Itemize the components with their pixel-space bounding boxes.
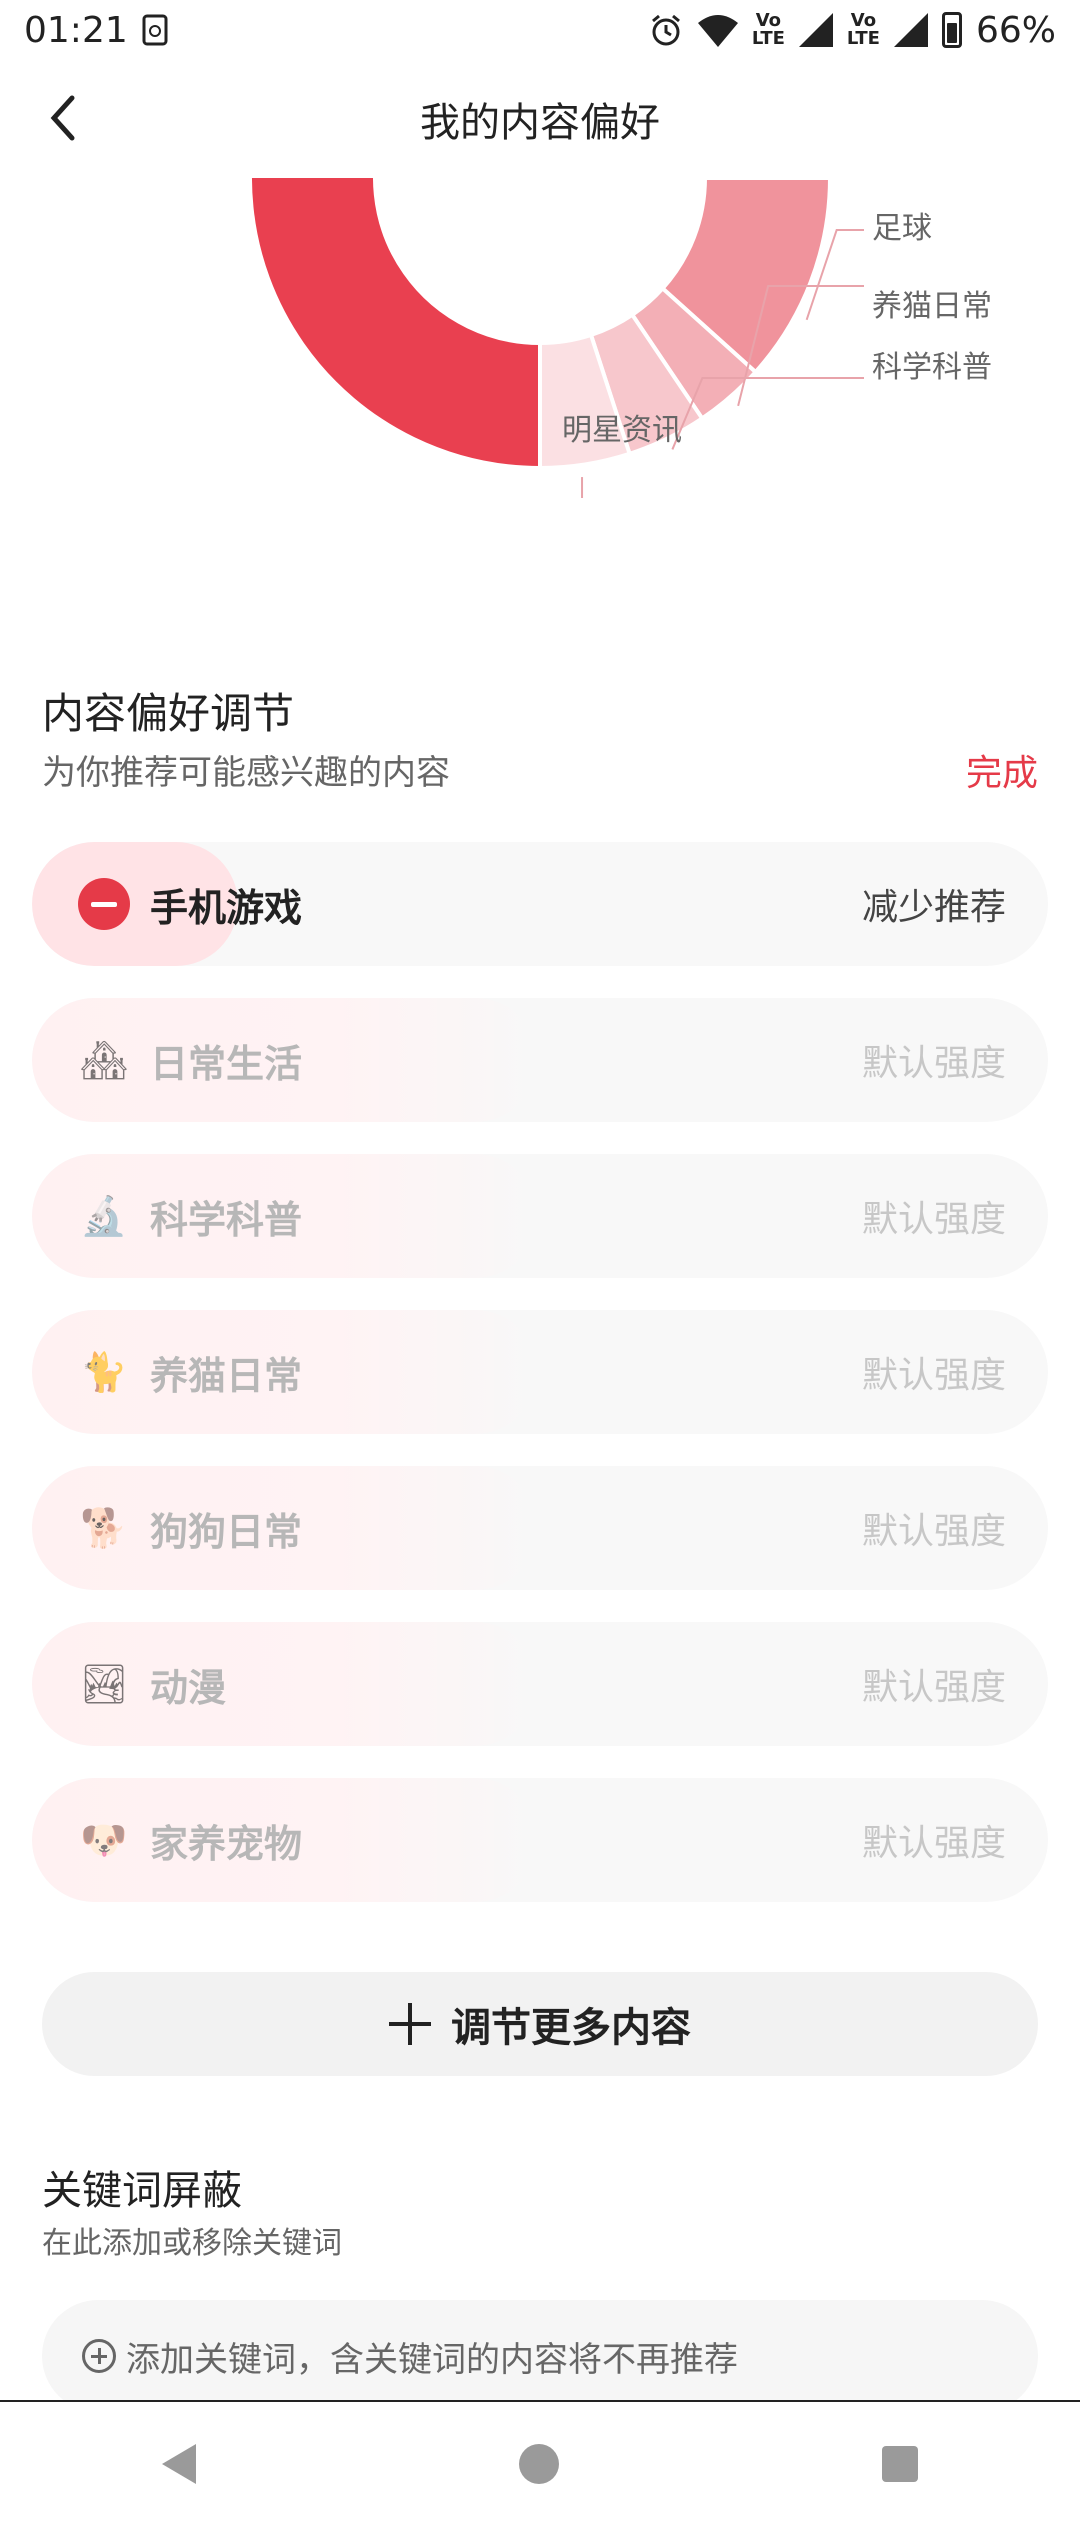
nav-home-icon[interactable]: [518, 2443, 559, 2484]
preference-row-left: 🐕 狗狗日常: [78, 1501, 302, 1556]
preference-list: 手机游戏 减少推荐 🏘 日常生活 默认强度 🔬 科学科普 默认强度 🐈 养猫日常 默认强度 🐕 狗狗日常…: [32, 842, 1048, 1934]
chart-label: 养猫日常: [872, 289, 992, 324]
preference-row[interactable]: 🐈 养猫日常 默认强度: [32, 1310, 1048, 1434]
cat-icon: 🐈: [80, 1349, 128, 1394]
preference-row-left: 🐶 家养宠物: [78, 1813, 302, 1868]
preference-strength[interactable]: 默认强度: [862, 1346, 1006, 1398]
nav-back-icon[interactable]: [161, 2443, 196, 2484]
signal-icon: [798, 13, 833, 47]
preference-row-left: 🐈 养猫日常: [78, 1345, 302, 1400]
preference-strength[interactable]: 默认强度: [862, 1502, 1006, 1554]
signal-icon-2: [893, 13, 928, 47]
preference-row-left: 🏘 日常生活: [78, 1033, 302, 1088]
puppy-icon: 🐶: [80, 1817, 128, 1862]
preference-strength[interactable]: 默认强度: [862, 1190, 1006, 1242]
minus-icon[interactable]: [78, 878, 130, 930]
page-title: 我的内容偏好: [420, 100, 660, 146]
preference-label: 养猫日常: [150, 1353, 303, 1398]
chart-label: 足球: [872, 211, 932, 246]
screenshot-notification-icon: [142, 14, 168, 46]
donut-chart: 足球养猫日常科学科普明星资讯: [248, 178, 992, 498]
preference-section-subtitle: 为你推荐可能感兴趣的内容: [42, 753, 450, 793]
preference-row-left: 手机游戏: [78, 877, 302, 932]
preference-row[interactable]: 🐕 狗狗日常 默认强度: [32, 1466, 1048, 1590]
house-icon: 🏘: [79, 1037, 129, 1082]
status-bar: 01:21 Vo LTE Vo LTE 66%: [0, 0, 1080, 60]
preference-label: 家养宠物: [150, 1821, 303, 1866]
volte-indicator-2: Vo LTE: [846, 10, 880, 49]
status-time: 01:21: [24, 9, 128, 51]
preference-label: 科学科普: [150, 1197, 303, 1242]
system-nav-bar: [0, 2400, 1080, 2525]
microscope-icon: 🔬: [80, 1193, 128, 1238]
preference-row[interactable]: 🔬 科学科普 默认强度: [32, 1154, 1048, 1278]
battery-icon: [941, 12, 962, 48]
preference-row[interactable]: 🏘 日常生活 默认强度: [32, 998, 1048, 1122]
alarm-icon: [651, 14, 680, 46]
preference-label: 日常生活: [150, 1041, 303, 1086]
keyword-section-title: 关键词屏蔽: [42, 2168, 242, 2214]
keyword-placeholder: 添加关键词，含关键词的内容将不再推荐: [126, 2339, 738, 2380]
nav-recents-icon[interactable]: [882, 2445, 919, 2482]
preference-strength[interactable]: 减少推荐: [862, 878, 1006, 930]
preference-chart: 足球养猫日常科学科普明星资讯: [0, 178, 1080, 498]
chart-label: 科学科普: [872, 350, 992, 385]
chart-slice: [248, 178, 542, 471]
landscape-icon: 🏞: [79, 1661, 129, 1706]
adjust-more-button[interactable]: 调节更多内容: [42, 1972, 1038, 2076]
preference-row-left: 🔬 科学科普: [78, 1189, 302, 1244]
plus-icon: [389, 2003, 431, 2045]
chart-label: 明星资讯: [562, 413, 682, 448]
back-icon[interactable]: [34, 88, 94, 148]
add-circle-icon: [82, 2339, 116, 2373]
preference-strength[interactable]: 默认强度: [862, 1658, 1006, 1710]
wifi-icon: [697, 15, 738, 47]
preference-label: 动漫: [150, 1665, 227, 1710]
keyword-input[interactable]: 添加关键词，含关键词的内容将不再推荐: [42, 2300, 1038, 2412]
dog-icon: 🐕: [80, 1505, 128, 1550]
preference-label: 手机游戏: [150, 885, 303, 930]
preference-section-title: 内容偏好调节: [42, 689, 295, 738]
preference-strength[interactable]: 默认强度: [862, 1034, 1006, 1086]
preference-row[interactable]: 手机游戏 减少推荐: [32, 842, 1048, 966]
keyword-section-subtitle: 在此添加或移除关键词: [42, 2226, 342, 2261]
app-header: 我的内容偏好: [0, 60, 1080, 178]
volte-indicator: Vo LTE: [751, 10, 785, 49]
preference-row-left: 🏞 动漫: [78, 1657, 226, 1712]
preference-row[interactable]: 🐶 家养宠物 默认强度: [32, 1778, 1048, 1902]
battery-percent: 66%: [975, 9, 1056, 51]
preference-row[interactable]: 🏞 动漫 默认强度: [32, 1622, 1048, 1746]
done-button[interactable]: 完成: [966, 744, 1038, 796]
adjust-more-label: 调节更多内容: [451, 2005, 691, 2051]
preference-strength[interactable]: 默认强度: [862, 1814, 1006, 1866]
preference-label: 狗狗日常: [150, 1509, 303, 1554]
